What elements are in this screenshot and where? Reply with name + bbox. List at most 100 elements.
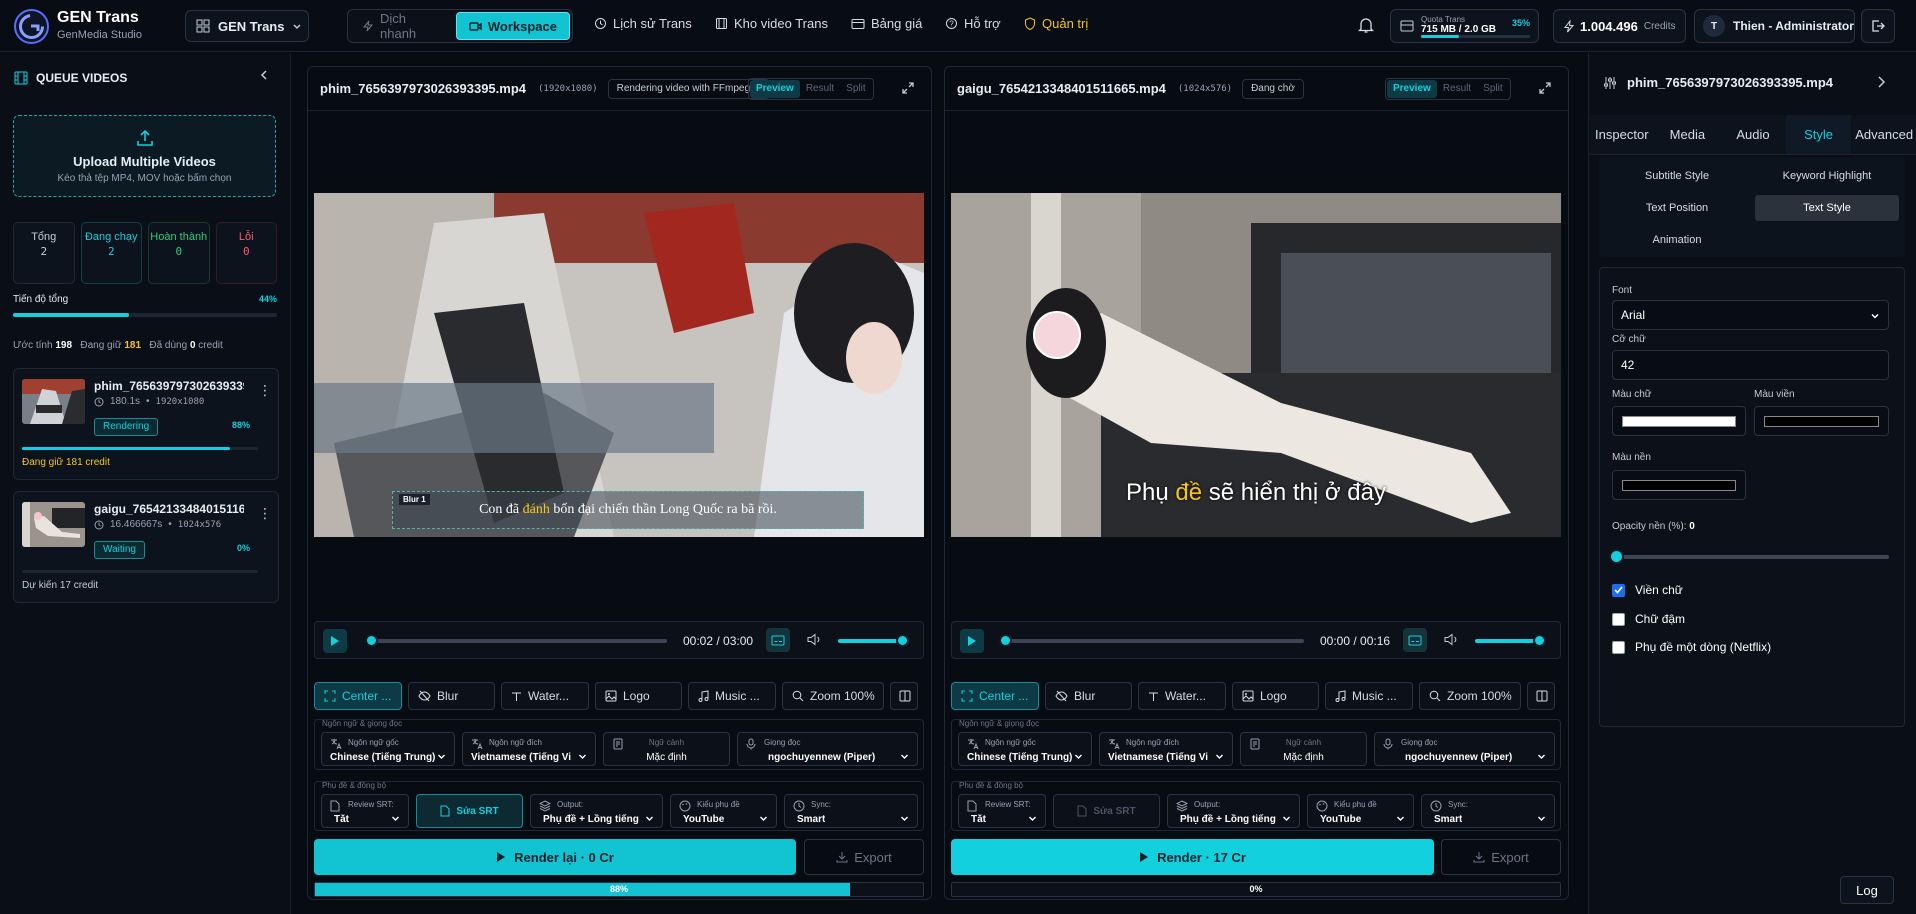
watermark-button[interactable]: Water... bbox=[501, 682, 589, 710]
target-language-select[interactable]: Ngôn ngữ đích Vietnamese (Tiếng Việt) bbox=[1099, 732, 1233, 766]
source-language-select[interactable]: Ngôn ngữ gốc Chinese (Tiếng Trung) bbox=[958, 732, 1092, 766]
video-preview[interactable]: Blur 1 Con đã đánh bốn đại chiến thần Lon… bbox=[314, 193, 924, 537]
checkbox[interactable] bbox=[1612, 583, 1625, 597]
nav-support[interactable]: ? Hỗ trợ bbox=[945, 16, 1001, 31]
subtitle-style-select[interactable]: Kiểu phụ đề YouTube bbox=[1307, 794, 1414, 828]
bell-icon[interactable] bbox=[1358, 16, 1374, 34]
zoom-button[interactable]: Zoom 100% bbox=[782, 682, 884, 710]
review-srt-select[interactable]: Review SRT: Tắt bbox=[321, 794, 409, 828]
volume-slider[interactable] bbox=[838, 634, 909, 647]
play-button[interactable] bbox=[323, 629, 347, 653]
edit-srt-button[interactable]: Sửa SRT bbox=[416, 794, 523, 828]
font-select[interactable]: Arial bbox=[1612, 300, 1889, 330]
workspace-button[interactable]: Workspace bbox=[455, 12, 570, 40]
seek-bar[interactable] bbox=[365, 634, 667, 647]
volume-handle[interactable] bbox=[1533, 634, 1546, 647]
tab-audio[interactable]: Audio bbox=[1720, 115, 1786, 154]
output-select[interactable]: Output: Phụ đề + Lồng tiếng bbox=[1167, 794, 1300, 828]
seek-bar[interactable] bbox=[999, 634, 1304, 647]
tab-media[interactable]: Media bbox=[1655, 115, 1721, 154]
queue-item[interactable]: phim_7656397973026393395.mp4 180.1s • 19… bbox=[13, 368, 279, 480]
split-view-button[interactable] bbox=[1527, 682, 1555, 710]
subtab-subtitle-style[interactable]: Subtitle Style bbox=[1605, 163, 1749, 189]
nav-library[interactable]: Kho video Trans bbox=[715, 16, 828, 31]
tab-split[interactable]: Split bbox=[840, 80, 871, 98]
render-button[interactable]: Render · 17 Cr bbox=[951, 839, 1434, 875]
tab-result[interactable]: Result bbox=[1437, 80, 1477, 98]
context-select[interactable]: Ngữ cảnh Mặc định bbox=[603, 732, 730, 766]
volume-icon[interactable] bbox=[807, 633, 822, 646]
blur-button[interactable]: Blur bbox=[408, 682, 495, 710]
tab-advanced[interactable]: Advanced bbox=[1851, 115, 1916, 154]
user-menu[interactable]: T Thien - Administrator bbox=[1694, 9, 1855, 43]
expand-icon[interactable] bbox=[1538, 81, 1552, 95]
subtab-text-style[interactable]: Text Style bbox=[1755, 195, 1899, 221]
subtitle-toggle[interactable] bbox=[766, 628, 790, 652]
chevron-left-icon[interactable] bbox=[258, 69, 270, 81]
opacity-slider[interactable] bbox=[1609, 549, 1889, 564]
workspace-select[interactable]: GEN Trans bbox=[185, 10, 309, 42]
center-button[interactable]: Center ... bbox=[314, 682, 402, 710]
bg-color-picker[interactable] bbox=[1612, 470, 1746, 500]
subtitle-toggle[interactable] bbox=[1403, 628, 1427, 652]
logout-button[interactable] bbox=[1861, 9, 1895, 43]
subtab-animation[interactable]: Animation bbox=[1605, 227, 1749, 253]
stroke-color-picker[interactable] bbox=[1754, 406, 1889, 436]
voice-select[interactable]: Giọng đọc ngochuyennew (Piper) bbox=[737, 732, 918, 766]
font-size-input[interactable]: 42 bbox=[1612, 350, 1889, 380]
checkbox[interactable] bbox=[1612, 612, 1625, 626]
subtab-keyword-highlight[interactable]: Keyword Highlight bbox=[1755, 163, 1899, 189]
expand-icon[interactable] bbox=[901, 81, 915, 95]
queue-item[interactable]: gaigu_7654213348401511665.mp4 16.466667s… bbox=[13, 491, 279, 603]
subtab-text-position[interactable]: Text Position bbox=[1605, 195, 1749, 221]
zoom-button[interactable]: Zoom 100% bbox=[1419, 682, 1521, 710]
center-button[interactable]: Center ... bbox=[951, 682, 1039, 710]
volume-slider[interactable] bbox=[1475, 634, 1546, 647]
seek-handle[interactable] bbox=[365, 634, 379, 647]
chevron-right-icon[interactable] bbox=[1875, 75, 1887, 89]
sync-select[interactable]: Sync: Smart bbox=[784, 794, 918, 828]
nav-pricing[interactable]: Bảng giá bbox=[851, 16, 922, 31]
tab-style[interactable]: Style bbox=[1785, 115, 1852, 154]
sync-select[interactable]: Sync: Smart bbox=[1421, 794, 1555, 828]
source-language-select[interactable]: Ngôn ngữ gốc Chinese (Tiếng Trung) bbox=[321, 732, 455, 766]
checkbox-bold[interactable]: Chữ đậm bbox=[1612, 612, 1685, 626]
quick-translate-button[interactable]: Dịch nhanh bbox=[350, 11, 456, 41]
export-button[interactable]: Export bbox=[804, 839, 924, 875]
seek-handle[interactable] bbox=[999, 634, 1012, 647]
subtitle-overlay[interactable]: Blur 1 Con đã đánh bốn đại chiến thần Lon… bbox=[392, 491, 864, 529]
context-select[interactable]: Ngữ cảnh Mặc định bbox=[1240, 732, 1367, 766]
checkbox-stroke[interactable]: Viền chữ bbox=[1612, 583, 1683, 597]
render-button[interactable]: Render lại · 0 Cr bbox=[314, 839, 796, 875]
logo-button[interactable]: Logo bbox=[595, 682, 682, 710]
checkbox-single-line[interactable]: Phụ đề một dòng (Netflix) bbox=[1612, 640, 1771, 654]
blur-button[interactable]: Blur bbox=[1045, 682, 1132, 710]
volume-icon[interactable] bbox=[1444, 633, 1459, 646]
tab-preview[interactable]: Preview bbox=[1387, 80, 1437, 98]
more-vertical-icon[interactable]: ⋮ bbox=[258, 506, 272, 520]
upload-dropzone[interactable]: Upload Multiple Videos Kéo thả tệp MP4, … bbox=[13, 115, 276, 197]
export-button[interactable]: Export bbox=[1441, 839, 1561, 875]
checkbox[interactable] bbox=[1612, 640, 1625, 654]
subtitle-overlay[interactable]: Phụ đề sẽ hiển thị ở đây bbox=[951, 479, 1561, 507]
subtitle-style-select[interactable]: Kiểu phụ đề YouTube bbox=[670, 794, 777, 828]
tab-split[interactable]: Split bbox=[1477, 80, 1508, 98]
log-button[interactable]: Log bbox=[1840, 876, 1894, 904]
text-color-picker[interactable] bbox=[1612, 406, 1746, 436]
nav-admin[interactable]: Quản trị bbox=[1024, 16, 1088, 31]
app-logo[interactable] bbox=[14, 9, 49, 44]
more-vertical-icon[interactable]: ⋮ bbox=[258, 383, 272, 397]
play-button[interactable] bbox=[960, 629, 984, 653]
voice-select[interactable]: Giọng đọc ngochuyennew (Piper) bbox=[1374, 732, 1555, 766]
tab-preview[interactable]: Preview bbox=[750, 80, 800, 98]
output-select[interactable]: Output: Phụ đề + Lồng tiếng bbox=[530, 794, 663, 828]
logo-button[interactable]: Logo bbox=[1232, 682, 1319, 710]
music-button[interactable]: Music ... bbox=[688, 682, 776, 710]
nav-history[interactable]: Lịch sử Trans bbox=[594, 16, 692, 31]
watermark-button[interactable]: Water... bbox=[1138, 682, 1226, 710]
volume-handle[interactable] bbox=[896, 634, 909, 647]
music-button[interactable]: Music ... bbox=[1325, 682, 1413, 710]
edit-srt-button[interactable]: Sửa SRT bbox=[1053, 794, 1160, 828]
tab-result[interactable]: Result bbox=[800, 80, 840, 98]
opacity-handle[interactable] bbox=[1609, 549, 1624, 564]
